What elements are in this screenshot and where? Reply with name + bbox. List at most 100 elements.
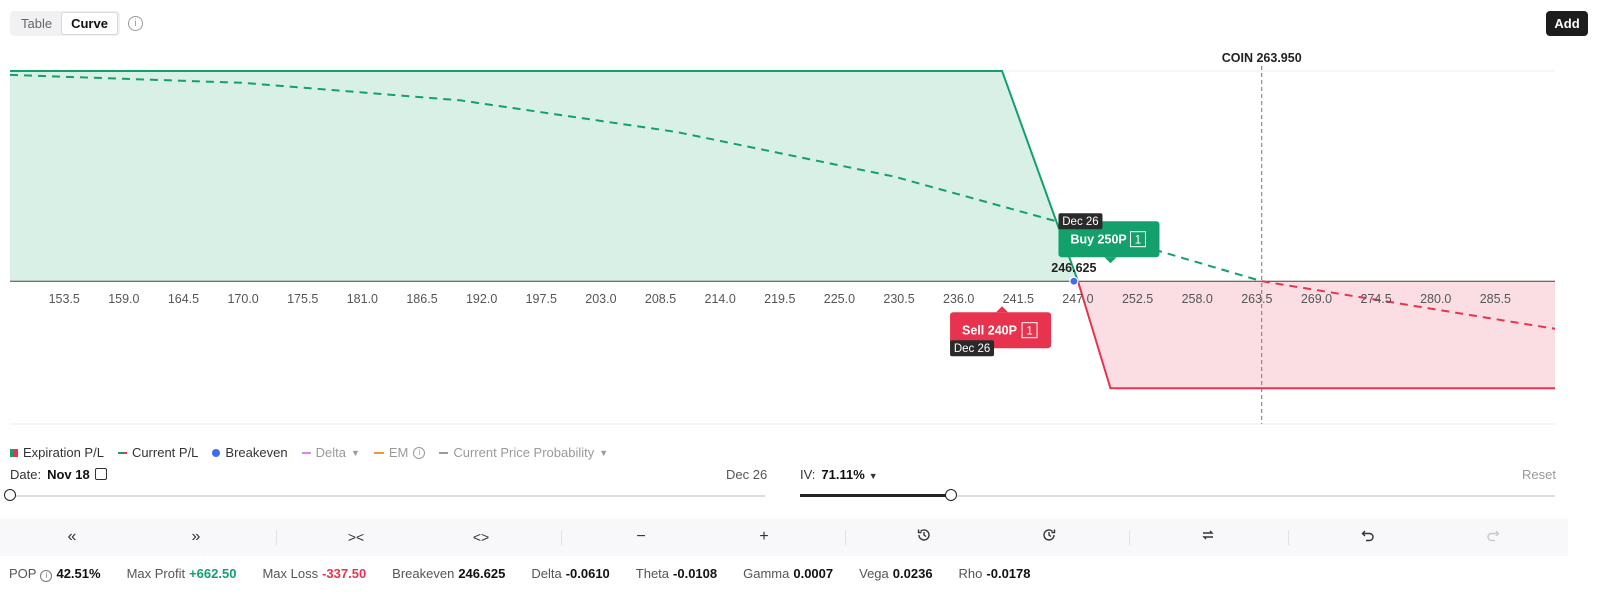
stat-label: Delta — [531, 566, 562, 581]
leg-tag-pointer — [1104, 257, 1117, 264]
iv-value[interactable]: 71.11% — [821, 467, 864, 482]
info-icon[interactable]: i — [128, 16, 143, 31]
stat-label: Max Loss — [262, 566, 319, 581]
toolbar-divider — [561, 530, 562, 545]
profit-area — [10, 70, 1078, 282]
chart-legend: Expiration P/L Current P/L Breakeven Del… — [10, 445, 608, 460]
x-tick-label: 236.0 — [943, 292, 974, 306]
em-swatch-icon — [373, 451, 384, 454]
x-tick-label: 263.5 — [1241, 292, 1272, 306]
caret-down-icon: ▼ — [599, 447, 609, 458]
leg-date: Dec 26 — [954, 343, 990, 355]
pan-left-fast-icon[interactable]: « — [60, 527, 84, 547]
legend-delta[interactable]: Delta ▼ — [301, 445, 360, 460]
leg-qty: 1 — [1026, 326, 1032, 338]
x-tick-label: 175.5 — [287, 292, 318, 306]
x-tick-label: 219.5 — [764, 292, 795, 306]
x-tick-label: 269.0 — [1301, 292, 1332, 306]
reset-button[interactable]: Reset — [1522, 467, 1556, 482]
redo-icon[interactable] — [1481, 527, 1505, 547]
swap-icon[interactable] — [1196, 527, 1220, 547]
breakeven-dot-icon — [212, 448, 221, 457]
stat-pop: POP i 42.51% — [9, 566, 101, 582]
legend-current[interactable]: Current P/L — [117, 445, 198, 460]
plus-icon[interactable]: + — [752, 527, 776, 547]
expiration-swatch-icon — [10, 448, 18, 457]
current-swatch-icon — [117, 451, 127, 454]
x-tick-label: 159.0 — [108, 292, 139, 306]
x-tick-label: 153.5 — [49, 292, 80, 306]
date-slider-track[interactable] — [10, 495, 765, 497]
x-tick-label: 192.0 — [466, 292, 497, 306]
legend-expiration[interactable]: Expiration P/L — [10, 445, 104, 460]
date-end-label: Dec 26 — [726, 467, 768, 482]
info-icon[interactable]: i — [40, 570, 53, 582]
chart-toolbar: « » >< <> − + — [0, 519, 1568, 556]
x-tick-label: 197.5 — [526, 292, 557, 306]
stat-max-profit: Max Profit +662.50 — [127, 566, 237, 582]
legend-em-label: EM — [388, 445, 409, 460]
zoom-in-range-icon[interactable]: >< — [344, 527, 368, 547]
x-tick-label: 181.0 — [347, 292, 378, 306]
x-tick-label: 170.0 — [227, 292, 258, 306]
x-tick-label: 252.5 — [1122, 292, 1153, 306]
stat-value: 246.625 — [458, 566, 506, 581]
pl-chart: 153.5 159.0 164.5 170.0 175.5 181.0 186.5 192.0… — [9, 51, 1556, 425]
breakeven-label: 246.625 — [1051, 261, 1096, 275]
x-tick-label: 247.0 — [1062, 292, 1093, 306]
legend-cpp[interactable]: Current Price Probability ▼ — [439, 445, 608, 460]
pan-right-fast-icon[interactable]: » — [184, 527, 208, 547]
stat-label: Rho — [958, 566, 983, 581]
stat-value: -0.0178 — [986, 566, 1031, 581]
x-tick-label: 164.5 — [168, 292, 199, 306]
delta-swatch-icon — [301, 451, 311, 454]
time-back-icon[interactable] — [912, 527, 936, 547]
date-label: Date: — [10, 467, 42, 482]
x-tick-label: 230.5 — [883, 292, 914, 306]
leg-date: Dec 26 — [1062, 216, 1098, 228]
toolbar-divider — [1288, 530, 1289, 545]
stat-gamma: Gamma 0.0007 — [743, 566, 833, 582]
stat-label: Gamma — [743, 566, 790, 581]
underlying-price-label: COIN 263.950 — [1222, 51, 1302, 65]
x-tick-label: 203.0 — [585, 292, 616, 306]
minus-icon[interactable]: − — [629, 527, 653, 547]
date-control: Date: Nov 18 — [10, 467, 107, 482]
stat-label: Breakeven — [392, 566, 455, 581]
x-tick-label: 186.5 — [406, 292, 437, 306]
stat-value: 0.0007 — [793, 566, 834, 581]
calendar-icon[interactable] — [94, 468, 107, 480]
strategy-stats: POP i 42.51% Max Profit +662.50 Max Loss -33… — [9, 566, 1057, 582]
stat-label: Theta — [635, 566, 670, 581]
zoom-out-range-icon[interactable]: <> — [469, 527, 493, 547]
info-icon[interactable]: i — [413, 446, 426, 459]
date-value[interactable]: Nov 18 — [47, 467, 90, 482]
x-tick-label: 274.5 — [1360, 292, 1391, 306]
leg-tag-label: Buy 250P — [1070, 233, 1126, 247]
stat-value: -0.0108 — [673, 566, 718, 581]
toolbar-divider — [1129, 530, 1130, 545]
legend-expiration-label: Expiration P/L — [23, 445, 104, 460]
time-forward-icon[interactable] — [1037, 527, 1061, 547]
legend-breakeven[interactable]: Breakeven — [212, 445, 288, 460]
stat-delta: Delta -0.0610 — [531, 566, 609, 582]
leg-tag-buy[interactable]: Buy 250P 1 Dec 26 — [1058, 213, 1160, 264]
leg-tag-sell[interactable]: Sell 240P 1 Dec 26 — [950, 306, 1052, 357]
legend-em[interactable]: EM i — [373, 445, 426, 460]
stat-value: +662.50 — [189, 566, 237, 581]
toolbar-divider — [276, 530, 277, 545]
legend-cpp-label: Current Price Probability — [453, 445, 595, 460]
stat-value: -0.0610 — [565, 566, 610, 581]
leg-qty: 1 — [1135, 235, 1141, 247]
iv-slider-handle[interactable] — [945, 489, 957, 501]
iv-slider-fill — [800, 494, 951, 497]
date-slider-handle[interactable] — [4, 489, 16, 501]
stat-value: 42.51% — [56, 566, 101, 581]
stat-max-loss: Max Loss -337.50 — [262, 566, 366, 582]
tab-table[interactable]: Table — [12, 13, 61, 34]
undo-icon[interactable] — [1356, 527, 1380, 547]
stat-theta: Theta -0.0108 — [636, 566, 717, 582]
tab-curve[interactable]: Curve — [61, 12, 118, 35]
add-button[interactable]: Add — [1546, 11, 1588, 36]
caret-down-icon[interactable]: ▼ — [869, 471, 878, 481]
